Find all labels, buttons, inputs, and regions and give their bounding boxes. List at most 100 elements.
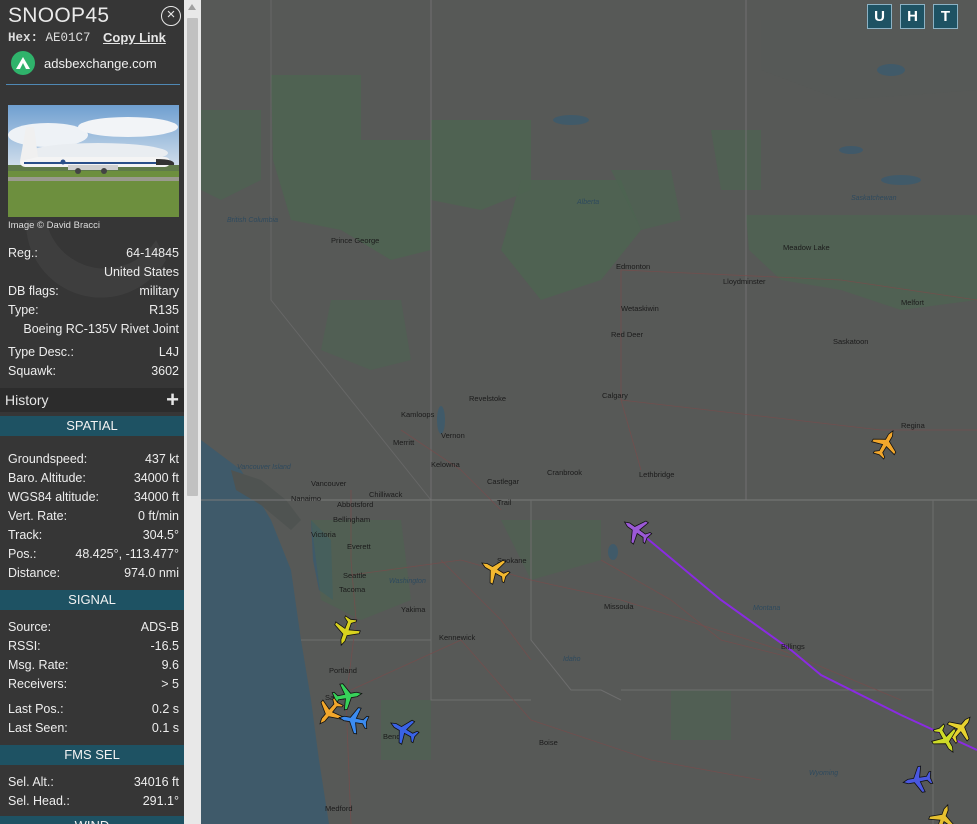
squawk-value: 3602: [151, 364, 179, 378]
city-label: Saskatoon: [833, 337, 869, 346]
distance-label: Distance:: [8, 566, 61, 580]
receivers-label: Receivers:: [8, 677, 68, 691]
last-seen-label: Last Seen:: [8, 721, 68, 735]
country-value: United States: [103, 265, 179, 279]
db-flags-label: DB flags:: [8, 284, 59, 298]
wgs84-altitude-value: 34000 ft: [133, 490, 179, 504]
sel-alt-value: 34016 ft: [133, 775, 179, 789]
groundspeed-value: 437 kt: [144, 452, 179, 466]
type-full-name: Boeing RC-135V Rivet Joint: [23, 322, 179, 336]
city-label: Prince George: [331, 236, 380, 245]
track-value: 304.5°: [142, 528, 179, 542]
section-signal: SIGNAL: [0, 590, 184, 610]
city-label: Kamloops: [401, 410, 435, 419]
city-label: Kennewick: [439, 633, 476, 642]
rssi-label: RSSI:: [8, 639, 41, 653]
sel-alt-label: Sel. Alt.:: [8, 775, 54, 789]
region-label: British Columbia: [227, 217, 278, 224]
reg-value: 64-14845: [126, 246, 179, 260]
city-label: Missoula: [604, 602, 634, 611]
baro-altitude-value: 34000 ft: [133, 471, 179, 485]
hex-row: Hex: AE01C7: [8, 31, 91, 45]
city-label: Castlegar: [487, 477, 520, 486]
region-label: Montana: [753, 605, 781, 612]
aircraft-photo[interactable]: [8, 105, 179, 217]
city-label: Spokane: [497, 556, 527, 565]
source-name: adsbexchange.com: [44, 55, 157, 71]
city-label: Boise: [539, 738, 558, 747]
city-label: Medford: [325, 804, 353, 813]
city-label: Vancouver: [311, 479, 347, 488]
city-label: Vernon: [441, 431, 465, 440]
baro-altitude-label: Baro. Altitude:: [8, 471, 86, 485]
vert-rate-value: 0 ft/min: [138, 509, 179, 523]
city-label: Bend: [383, 732, 401, 741]
receivers-value: > 5: [161, 677, 179, 691]
city-label: Chilliwack: [369, 490, 403, 499]
adsbexchange-logo-icon: [11, 51, 35, 75]
scroll-up-arrow-icon[interactable]: [188, 4, 196, 10]
city-label: Kelowna: [431, 460, 460, 469]
city-label: Seattle: [343, 571, 367, 580]
city-label: Meadow Lake: [783, 243, 830, 252]
history-label: History: [5, 392, 49, 408]
hex-code: AE01C7: [45, 31, 91, 45]
city-label: Melfort: [901, 298, 924, 307]
copy-link[interactable]: Copy Link: [103, 30, 166, 45]
groundspeed-label: Groundspeed:: [8, 452, 88, 466]
toggle-u-button[interactable]: U: [867, 4, 892, 29]
scrollbar-thumb[interactable]: [187, 18, 198, 496]
track-label: Track:: [8, 528, 43, 542]
position-label: Pos.:: [8, 547, 37, 561]
city-label: Regina: [901, 421, 925, 430]
type-desc-value: L4J: [158, 345, 179, 359]
city-label: Merritt: [393, 438, 415, 447]
expand-plus-icon[interactable]: +: [166, 388, 179, 412]
toggle-h-button[interactable]: H: [900, 4, 925, 29]
rssi-value: -16.5: [150, 639, 180, 653]
city-label: Victoria: [311, 530, 336, 539]
section-fms-sel: FMS SEL: [0, 745, 184, 765]
city-label: Wetaskiwin: [621, 304, 659, 313]
source-link[interactable]: adsbexchange.com: [11, 51, 157, 75]
map-view[interactable]: British Columbia Alberta Saskatchewan Va…: [201, 0, 977, 824]
squawk-label: Squawk:: [8, 364, 56, 378]
app-root: SNOOP45 × Hex: AE01C7 Copy Link adsbexch…: [0, 0, 977, 824]
region-label: Washington: [389, 578, 426, 585]
position-value: 48.425°, -113.477°: [75, 547, 179, 561]
toggle-t-button[interactable]: T: [933, 4, 958, 29]
aircraft-info-panel: SNOOP45 × Hex: AE01C7 Copy Link adsbexch…: [0, 0, 184, 824]
sel-head-label: Sel. Head.:: [8, 794, 70, 808]
city-label: Bellingham: [333, 515, 371, 524]
signal-source-value: ADS-B: [140, 620, 179, 634]
region-label: Wyoming: [809, 770, 839, 777]
city-label: Revelstoke: [469, 394, 507, 403]
map-background: [201, 0, 977, 824]
region-label: Vancouver Island: [237, 464, 291, 471]
sel-head-value: 291.1°: [142, 794, 179, 808]
msg-rate-value: 9.6: [161, 658, 179, 672]
image-credit: Image © David Bracci: [8, 220, 101, 231]
city-label: Tacoma: [339, 585, 366, 594]
type-label: Type:: [8, 303, 39, 317]
city-label: Yakima: [401, 605, 426, 614]
section-spatial: SPATIAL: [0, 416, 184, 436]
sidebar-scrollbar[interactable]: [184, 0, 201, 824]
city-label: Red Deer: [611, 330, 644, 339]
type-value: R135: [149, 303, 179, 317]
city-label: Trail: [497, 498, 512, 507]
city-label: Portland: [329, 666, 357, 675]
divider: [6, 84, 180, 85]
region-label: Saskatchewan: [851, 195, 897, 202]
db-flags-value: military: [139, 284, 179, 298]
close-icon[interactable]: ×: [161, 6, 181, 26]
distance-value: 974.0 nmi: [124, 566, 179, 580]
city-label: Billings: [781, 642, 805, 651]
region-label: Alberta: [577, 199, 600, 206]
city-label: Calgary: [602, 391, 628, 400]
city-label: Lloydminster: [723, 277, 766, 286]
hex-label: Hex:: [8, 31, 39, 45]
wgs84-altitude-label: WGS84 altitude:: [8, 490, 100, 504]
vert-rate-label: Vert. Rate:: [8, 509, 68, 523]
history-toggle[interactable]: History +: [0, 388, 184, 412]
